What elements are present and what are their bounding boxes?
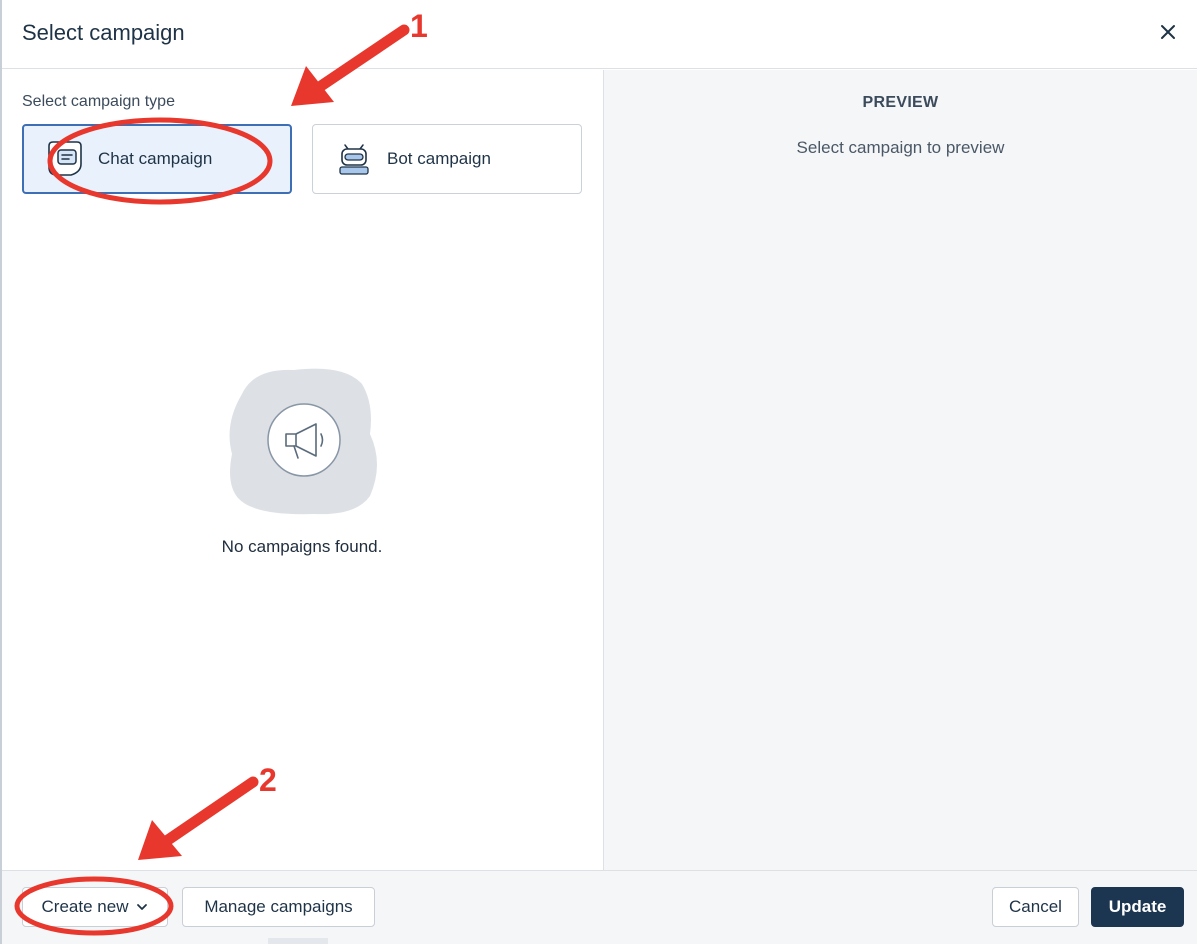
background-scrollbar-fragment bbox=[268, 938, 328, 944]
close-icon bbox=[1161, 25, 1175, 39]
update-button[interactable]: Update bbox=[1091, 887, 1184, 927]
create-new-button[interactable]: Create new bbox=[22, 887, 168, 927]
chat-campaign-label: Chat campaign bbox=[98, 149, 213, 168]
preview-pane: PREVIEW Select campaign to preview bbox=[603, 70, 1197, 870]
cancel-button[interactable]: Cancel bbox=[992, 887, 1079, 927]
annotation-number-2: 2 bbox=[259, 762, 277, 798]
robot-icon bbox=[333, 138, 375, 180]
select-campaign-dialog: Select campaign Select campaign type Cha… bbox=[0, 0, 1197, 944]
bot-campaign-option[interactable]: Bot campaign bbox=[312, 124, 582, 194]
empty-state-illustration bbox=[224, 364, 384, 516]
dialog-footer: Create new Manage campaigns Cancel Updat… bbox=[2, 870, 1197, 944]
create-new-label: Create new bbox=[41, 897, 129, 916]
dialog-title: Select campaign bbox=[22, 20, 185, 45]
bot-campaign-label: Bot campaign bbox=[387, 149, 491, 168]
annotation-number-1: 1 bbox=[410, 8, 428, 44]
preview-placeholder-text: Select campaign to preview bbox=[796, 138, 1005, 157]
preview-title: PREVIEW bbox=[862, 94, 939, 111]
chevron-down-icon bbox=[136, 903, 148, 911]
campaign-type-label: Select campaign type bbox=[22, 93, 175, 110]
chat-bubble-icon bbox=[44, 138, 86, 180]
campaign-list-pane: Select campaign type Chat campaign Bot c… bbox=[2, 70, 602, 870]
manage-campaigns-button[interactable]: Manage campaigns bbox=[182, 887, 375, 927]
dialog-header: Select campaign bbox=[2, 0, 1197, 69]
chat-campaign-option[interactable]: Chat campaign bbox=[22, 124, 292, 194]
close-button[interactable] bbox=[1155, 19, 1181, 45]
empty-state-text: No campaigns found. bbox=[221, 537, 383, 556]
